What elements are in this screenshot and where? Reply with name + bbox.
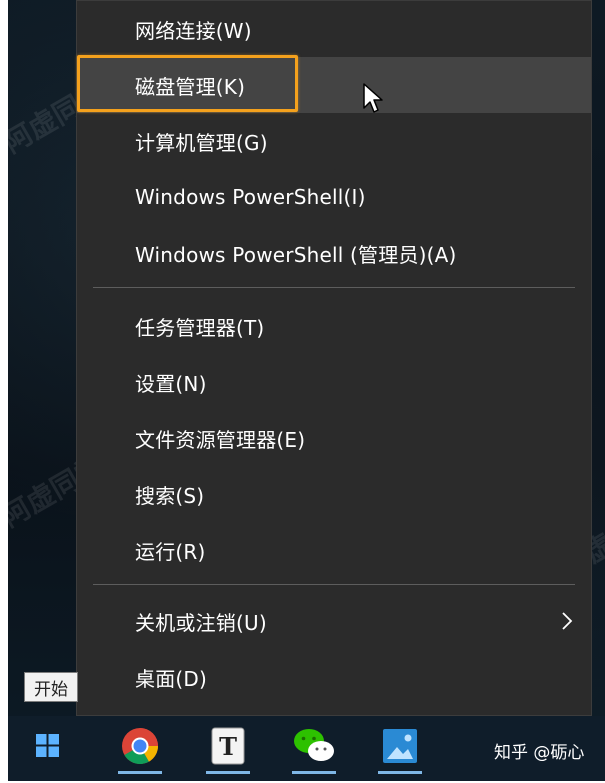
menu-item-label: 桌面(D) bbox=[135, 666, 208, 691]
start-tooltip: 开始 bbox=[24, 672, 78, 702]
menu-item-settings[interactable]: 设置(N) bbox=[77, 354, 591, 410]
menu-item-label: 关机或注销(U) bbox=[135, 610, 267, 635]
annotation-highlight-box bbox=[77, 55, 298, 112]
taskbar-app-photos[interactable] bbox=[372, 716, 428, 776]
menu-item-label: 计算机管理(G) bbox=[135, 130, 268, 155]
menu-item-label: Windows PowerShell (管理员)(A) bbox=[135, 242, 457, 267]
mouse-pointer-icon bbox=[363, 83, 383, 113]
taskbar-app-chrome[interactable] bbox=[112, 716, 168, 776]
menu-item-label: 网络连接(W) bbox=[135, 18, 252, 43]
active-indicator bbox=[378, 771, 422, 774]
menu-item-label: 任务管理器(T) bbox=[135, 315, 265, 340]
menu-divider bbox=[93, 287, 575, 288]
menu-item-label: 运行(R) bbox=[135, 539, 206, 564]
menu-item-search[interactable]: 搜索(S) bbox=[77, 466, 591, 522]
menu-item-network-connections[interactable]: 网络连接(W) bbox=[77, 1, 591, 57]
menu-item-shutdown-signout[interactable]: 关机或注销(U) bbox=[77, 593, 591, 649]
windows-start-icon[interactable] bbox=[28, 725, 68, 765]
menu-item-powershell-admin[interactable]: Windows PowerShell (管理员)(A) bbox=[77, 225, 591, 281]
menu-item-run[interactable]: 运行(R) bbox=[77, 522, 591, 578]
taskbar-app-wechat[interactable] bbox=[286, 716, 342, 776]
menu-item-desktop[interactable]: 桌面(D) bbox=[77, 649, 591, 705]
active-indicator bbox=[118, 771, 162, 774]
taskbar-app-typora[interactable]: T bbox=[200, 716, 256, 776]
menu-item-label: 设置(N) bbox=[135, 371, 207, 396]
chevron-right-icon bbox=[562, 612, 573, 630]
menu-item-computer-management[interactable]: 计算机管理(G) bbox=[77, 113, 591, 169]
menu-item-label: 文件资源管理器(E) bbox=[135, 427, 306, 452]
brand-watermark: 知乎 @砺心 bbox=[494, 743, 585, 763]
menu-item-powershell[interactable]: Windows PowerShell(I) bbox=[77, 169, 591, 225]
menu-divider bbox=[93, 584, 575, 585]
menu-item-task-manager[interactable]: 任务管理器(T) bbox=[77, 298, 591, 354]
chrome-icon bbox=[122, 728, 158, 765]
menu-item-file-explorer[interactable]: 文件资源管理器(E) bbox=[77, 410, 591, 466]
active-indicator bbox=[292, 771, 336, 774]
photos-icon bbox=[383, 729, 417, 763]
menu-item-label: Windows PowerShell(I) bbox=[135, 185, 366, 209]
wechat-icon bbox=[294, 729, 334, 761]
menu-item-label: 搜索(S) bbox=[135, 483, 205, 508]
active-indicator bbox=[206, 771, 250, 774]
typora-glyph: T bbox=[219, 731, 237, 761]
